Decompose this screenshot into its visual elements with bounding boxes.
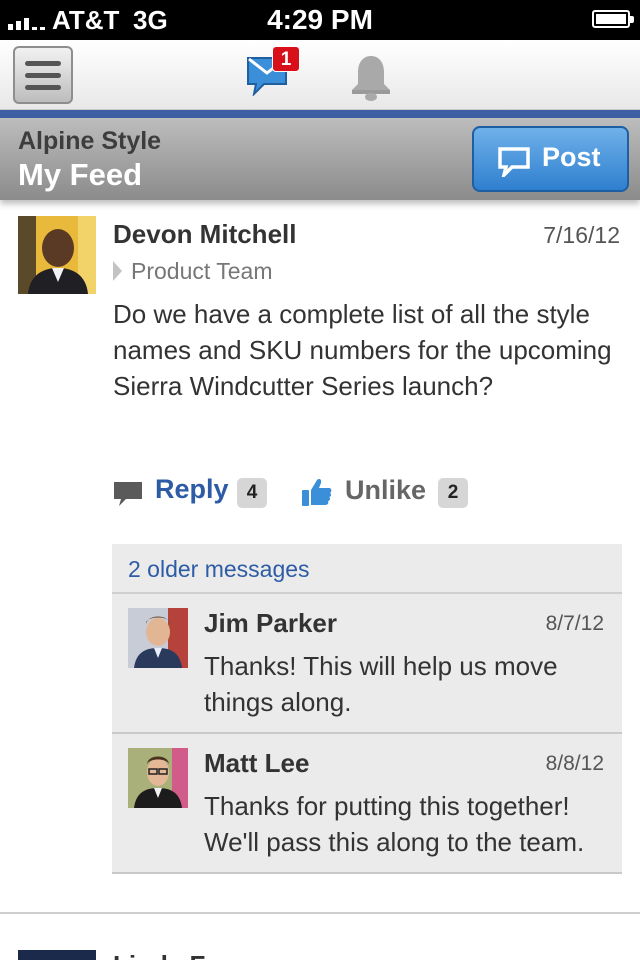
post-actions: Reply 4 Unlike 2 [113,472,623,512]
post-date: 7/16/12 [543,222,620,248]
post-group[interactable]: Product Team [113,258,272,285]
speech-bubble-icon [498,147,530,177]
avatar[interactable] [18,216,96,294]
avatar[interactable] [128,748,188,808]
older-messages-link[interactable]: 2 older messages [112,544,622,594]
comment-date: 8/7/12 [545,612,604,635]
post-button-label: Post [542,142,601,172]
feed-item: Linda F [0,914,640,960]
comments-panel: 2 older messages Jim Parker 8/7/12 Thank… [112,544,622,874]
post-author[interactable]: Devon Mitchell [113,219,296,250]
top-nav-bar [0,40,640,110]
feed-item: Devon Mitchell 7/16/12 Product Team Do w… [0,200,640,912]
avatar[interactable] [18,950,96,960]
post-body: Do we have a complete list of all the st… [113,299,612,401]
comment-text: Thanks! This will help us move things al… [204,651,558,717]
caret-right-icon [113,261,122,281]
bell-icon[interactable] [348,54,394,102]
post-button[interactable]: Post [472,126,629,192]
hamburger-menu-icon [25,61,61,66]
comment-date: 8/8/12 [545,752,604,775]
avatar[interactable] [128,608,188,668]
like-count-badge: 2 [438,478,468,508]
clock: 4:29 PM [267,4,373,35]
unlike-button[interactable]: Unlike [345,475,426,506]
post-author[interactable]: Linda F [113,950,205,960]
page-title: My Feed [18,157,143,192]
comment-icon[interactable] [113,480,143,508]
unread-mail-badge: 1 [272,46,300,72]
reply-button[interactable]: Reply [155,474,229,505]
nav-accent-stripe [0,110,640,118]
group-name: Alpine Style [18,127,162,155]
reply-count-badge: 4 [237,478,267,508]
status-bar: AT&T 3G 4:29 PM [0,0,640,40]
comment-item: Jim Parker 8/7/12 Thanks! This will help… [112,594,622,734]
older-messages-label: 2 older messages [128,556,310,582]
comment-item: Matt Lee 8/8/12 Thanks for putting this … [112,734,622,874]
comment-text: Thanks for putting this together! We'll … [204,791,585,857]
post-group-label: Product Team [131,258,273,284]
comment-author[interactable]: Jim Parker [204,608,337,639]
thumbs-up-icon[interactable] [301,476,333,508]
menu-button[interactable] [13,46,73,104]
battery-icon [592,10,634,28]
comment-author[interactable]: Matt Lee [204,748,309,779]
feed-header: Alpine Style My Feed Post [0,118,640,200]
